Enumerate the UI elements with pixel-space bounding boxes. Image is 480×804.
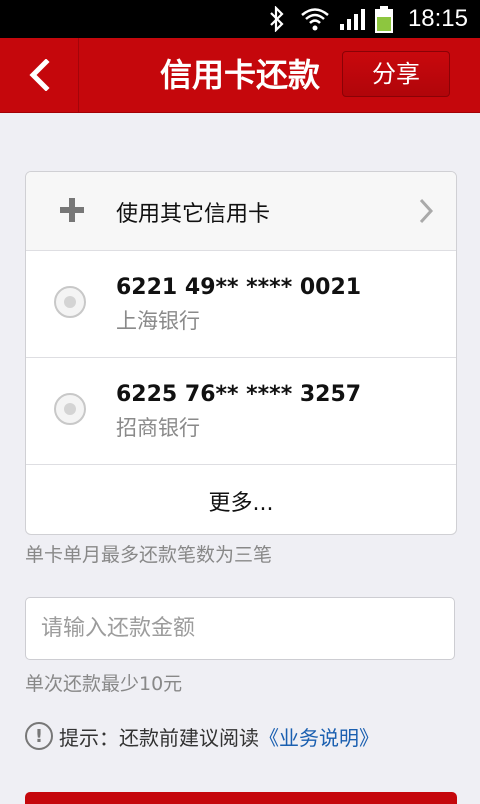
use-other-card-label: 使用其它信用卡 <box>116 202 271 227</box>
exclamation-icon: ! <box>25 722 53 750</box>
card-radio[interactable] <box>54 393 86 425</box>
clock-time: 18:15 <box>407 5 468 32</box>
business-description-link[interactable]: 《业务说明》 <box>259 722 379 751</box>
card-item[interactable]: 6225 76** **** 3257 招商银行 <box>26 358 456 465</box>
card-item[interactable]: 6221 49** **** 0021 上海银行 <box>26 251 456 358</box>
bank-name: 招商银行 <box>116 416 200 440</box>
card-number: 6221 49** **** 0021 <box>116 275 362 300</box>
bank-name: 上海银行 <box>116 309 200 333</box>
use-other-card-row[interactable]: 使用其它信用卡 <box>26 172 456 251</box>
chevron-right-icon <box>419 198 434 224</box>
more-cards-label: 更多... <box>208 491 274 516</box>
card-list: 使用其它信用卡 6221 49** **** 0021 上海银行 6225 76… <box>25 171 457 535</box>
amount-input[interactable] <box>25 597 455 660</box>
header-bar: 信用卡还款 分享 <box>0 38 480 113</box>
more-cards-row[interactable]: 更多... <box>26 465 456 534</box>
tip-text: 提示：还款前建议阅读 <box>59 725 259 750</box>
wifi-icon <box>301 8 329 31</box>
monthly-limit-hint: 单卡单月最多还款笔数为三笔 <box>25 544 273 566</box>
tip-row: ! 提示：还款前建议阅读 《业务说明》 <box>25 720 379 752</box>
minimum-amount-hint: 单次还款最少10元 <box>25 673 183 695</box>
battery-icon <box>375 6 393 33</box>
bluetooth-icon <box>270 6 284 32</box>
card-number: 6225 76** **** 3257 <box>116 382 362 407</box>
signal-icon <box>340 9 365 30</box>
status-bar: 18:15 <box>0 0 480 38</box>
plus-icon <box>60 198 84 222</box>
card-radio[interactable] <box>54 286 86 318</box>
submit-button[interactable] <box>25 792 457 804</box>
share-button[interactable]: 分享 <box>342 51 450 97</box>
